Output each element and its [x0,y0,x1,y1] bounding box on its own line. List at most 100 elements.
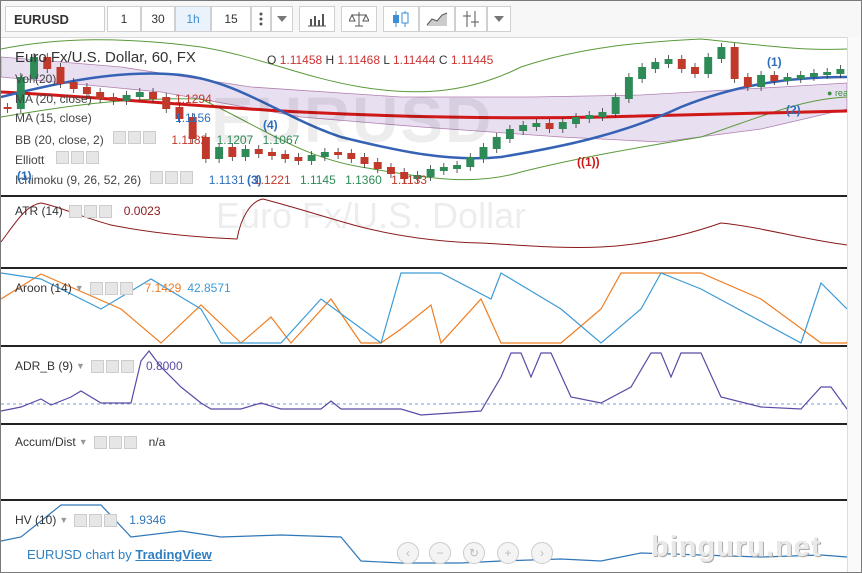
chart-attribution: EURUSD chart by TradingView [27,547,212,562]
aroon-legend[interactable]: Aroon (14) ▼ 7.1429 42.8571 [15,281,231,295]
aroon-down-value: 42.8571 [187,281,231,295]
indicator-ichimoku[interactable]: Ichimoku (9, 26, 52, 26) 1.1131 1.1221 1… [15,171,427,187]
indicator-vol[interactable]: Vol (20) [15,72,56,86]
elliott-label: (3) [247,173,262,187]
aroon-up-value: 7.1429 [144,281,182,295]
interval-30-button[interactable]: 30 [141,6,175,32]
candle-body [466,157,475,167]
zoom-out-icon[interactable]: − [429,542,451,564]
indicator-controls[interactable] [74,513,118,527]
candle-body [585,115,594,119]
indicator-value: 1.1133 [391,173,427,187]
scroll-back-icon[interactable]: ‹ [397,542,419,564]
indicator-ma20[interactable]: MA (20, close) 1.1294 [15,92,212,106]
candle-body [704,57,713,74]
interval-15-button[interactable]: 15 [211,6,251,32]
candle-body [770,75,779,81]
ohlc-h-value: 1.11468 [337,53,381,67]
bar-chart-icon[interactable] [299,6,335,32]
candle-body [572,117,580,124]
zoom-in-icon[interactable]: + [497,542,519,564]
elliott-label: (1) [767,55,782,69]
compare-icon[interactable] [341,6,377,32]
indicator-label: Ichimoku (9, 26, 52, 26) [15,173,142,187]
indicator-controls[interactable] [89,281,133,295]
indicator-value: 1.1067 [262,133,300,147]
tradingview-link[interactable]: TradingView [135,547,211,562]
chart-title: Euro Fx/U.S. Dollar, 60, FX [15,49,196,66]
candle-body [757,75,766,87]
candle-body [611,97,620,114]
chevron-down-icon[interactable]: ▼ [75,283,84,293]
candle-body [453,165,462,169]
indicator-value: 1.1182 [171,133,208,147]
ohlc-l-value: 1.11444 [392,53,436,67]
atr-value: 0.0023 [123,204,161,218]
adr-label: ADR_B (9) [15,359,74,373]
chevron-down-icon[interactable] [271,6,293,32]
site-watermark: binguru.net [651,531,822,563]
ohlc-values: O 1.11458 H 1.11468 L 1.11444 C 1.11445 [267,53,493,67]
ohlc-l-label: L [383,53,390,67]
candle-body [519,125,528,131]
indicator-elliott[interactable]: Elliott [15,151,99,167]
chevron-down-icon[interactable] [487,6,511,32]
ohlc-c-label: C [438,53,448,67]
hv-label: HV (10) [15,513,57,527]
candle-body [691,67,699,74]
candle-body [532,123,541,127]
chart-toolbar: EURUSD 1 30 1h 15 [1,1,861,38]
adr-legend[interactable]: ADR_B (9) ▼ 0.8000 [15,359,183,373]
indicator-controls[interactable] [150,171,194,184]
indicator-ma15[interactable]: MA (15, close) 1.1156 [15,111,211,125]
scroll-forward-icon[interactable]: › [531,542,553,564]
candlestick-icon[interactable] [383,6,419,32]
indicator-controls[interactable] [68,204,112,218]
accum-legend[interactable]: Accum/Dist ▼ n/a [15,435,165,449]
price-scale[interactable] [847,37,861,572]
interval-1h-button[interactable]: 1h [175,6,211,32]
candle-body [439,167,448,171]
ohlc-c-value: 1.11445 [450,53,494,67]
more-icon[interactable] [251,6,271,32]
indicators-icon[interactable] [455,6,487,32]
chevron-down-icon[interactable]: ▼ [76,361,85,371]
indicator-label: MA (20, close) [15,92,92,106]
indicator-controls[interactable] [113,131,157,144]
candle-body [730,47,739,79]
interval-1-button[interactable]: 1 [107,6,141,32]
chevron-down-icon[interactable]: ▼ [59,515,68,525]
hv-legend[interactable]: HV (10) ▼ 1.9346 [15,513,166,527]
indicator-bb[interactable]: BB (20, close, 2) 1.1182 1.1207 1.1067 [15,131,299,147]
atr-legend[interactable]: ATR (14) 0.0023 [15,204,161,218]
reset-icon[interactable]: ↻ [463,542,485,564]
elliott-label: (1) [17,169,32,183]
aroon-label: Aroon (14) [15,281,72,295]
candle-body [492,137,501,149]
accum-value: n/a [148,435,166,449]
candle-body [638,67,647,79]
indicator-controls[interactable] [93,435,137,449]
indicator-value: 1.1156 [175,111,211,125]
indicator-value: 1.1360 [345,173,382,187]
candle-body [373,162,382,169]
candle-body [651,62,660,69]
indicator-controls[interactable] [55,151,99,164]
candle-body [823,72,832,75]
indicator-value: 1.1145 [299,173,336,187]
ohlc-o-label: O [267,53,277,67]
chevron-down-icon[interactable]: ▼ [79,437,88,447]
candle-body [294,157,303,161]
candle-body [783,77,792,81]
adr-value: 0.8000 [145,359,183,373]
area-chart-icon[interactable] [419,6,455,32]
indicator-value: 1.1207 [216,133,254,147]
candle-body [558,122,567,129]
candle-body [360,157,369,164]
elliott-label: (4) [263,118,278,132]
candle-body [3,107,12,109]
atr-label: ATR (14) [15,204,63,218]
symbol-input[interactable]: EURUSD [5,6,105,32]
candle-body [743,77,752,87]
indicator-controls[interactable] [90,359,134,373]
